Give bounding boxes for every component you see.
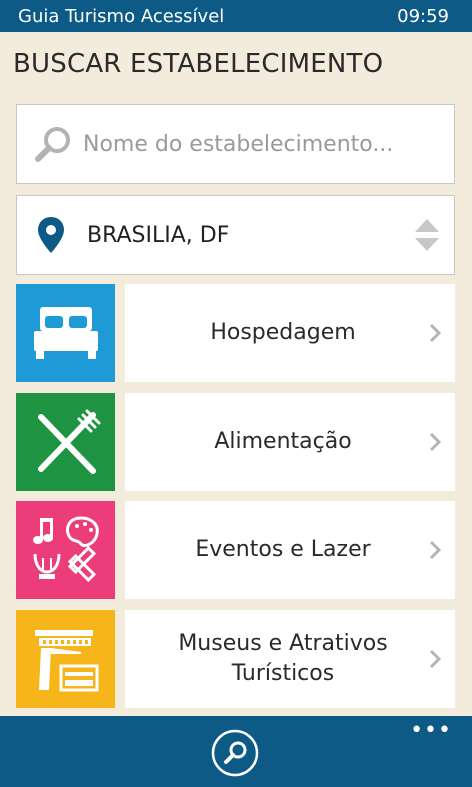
category-hospedagem[interactable]: Hospedagem (16, 284, 455, 382)
category-label: Hospedagem (210, 320, 356, 345)
category-card-museus[interactable]: Museus e Atrativos Turísticos (125, 610, 455, 708)
app-name: Guia Turismo Acessível (18, 5, 225, 27)
app-bar: ••• (0, 716, 472, 787)
chevron-right-icon (429, 649, 441, 669)
category-tile-hospedagem[interactable] (16, 284, 115, 382)
more-options-button[interactable]: ••• (410, 720, 452, 742)
category-card-hospedagem[interactable]: Hospedagem (125, 284, 455, 382)
search-box[interactable] (16, 104, 455, 184)
bed-icon (33, 307, 98, 359)
location-selector[interactable]: BRASILIA, DF (16, 195, 455, 275)
category-alimentacao[interactable]: Alimentação (16, 393, 455, 491)
fork-knife-icon (37, 409, 100, 474)
category-card-eventos[interactable]: Eventos e Lazer (125, 501, 455, 599)
clock: 09:59 (397, 5, 449, 27)
events-icon (32, 516, 99, 583)
category-museus[interactable]: Museus e Atrativos Turísticos (16, 610, 455, 708)
chevron-right-icon (429, 540, 441, 560)
chevron-right-icon (429, 432, 441, 452)
chevron-right-icon (429, 323, 441, 343)
category-card-alimentacao[interactable]: Alimentação (125, 393, 455, 491)
category-label: Museus e Atrativos Turísticos (178, 631, 388, 686)
category-tile-alimentacao[interactable] (16, 393, 115, 491)
museum-icon (34, 630, 98, 692)
category-label: Alimentação (214, 429, 352, 454)
location-pin-icon (38, 217, 64, 253)
location-value: BRASILIA, DF (87, 222, 230, 248)
category-tile-museus[interactable] (16, 610, 115, 708)
page-title: BUSCAR ESTABELECIMENTO (13, 49, 384, 79)
up-down-arrows-icon[interactable] (414, 217, 440, 253)
search-button[interactable] (211, 729, 259, 777)
search-icon (35, 127, 70, 162)
category-label: Eventos e Lazer (195, 537, 371, 562)
category-eventos[interactable]: Eventos e Lazer (16, 501, 455, 599)
category-tile-eventos[interactable] (16, 501, 115, 599)
search-input[interactable] (83, 124, 443, 164)
status-bar: Guia Turismo Acessível 09:59 (0, 0, 472, 32)
